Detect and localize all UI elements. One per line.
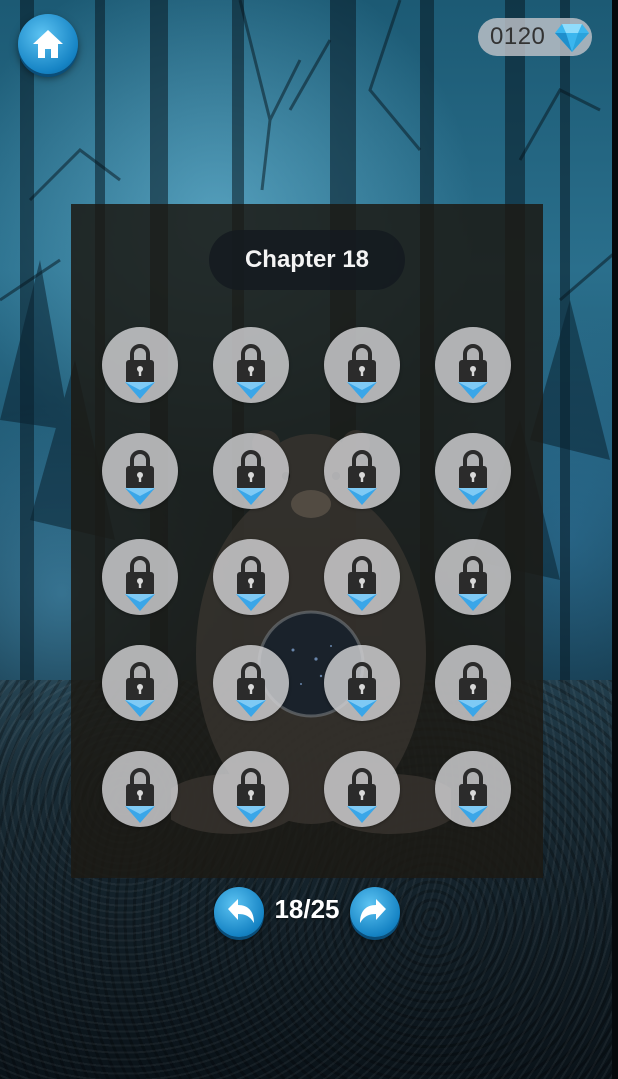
pagination-bar: 18/25 (214, 886, 400, 938)
level-button-15[interactable] (324, 645, 400, 721)
level-button-2[interactable] (213, 327, 289, 403)
level-button-6[interactable] (213, 433, 289, 509)
level-button-10[interactable] (213, 539, 289, 615)
level-button-18[interactable] (213, 751, 289, 827)
level-button-5[interactable] (102, 433, 178, 509)
level-button-3[interactable] (324, 327, 400, 403)
chapter-page-indicator: 18/25 (274, 894, 340, 924)
level-button-16[interactable] (435, 645, 511, 721)
level-grid (102, 327, 514, 827)
gem-counter: 0120 (478, 18, 592, 56)
next-chapter-button[interactable] (350, 887, 400, 937)
level-button-11[interactable] (324, 539, 400, 615)
diamond-icon (555, 24, 589, 52)
undo-arrow-icon (228, 899, 254, 923)
level-button-1[interactable] (102, 327, 178, 403)
screen-edge (612, 0, 618, 1079)
level-button-8[interactable] (435, 433, 511, 509)
gem-count: 0120 (490, 23, 546, 50)
level-button-17[interactable] (102, 751, 178, 827)
level-select-panel: Chapter 18 (71, 204, 543, 878)
home-button[interactable] (18, 14, 78, 74)
level-button-20[interactable] (435, 751, 511, 827)
level-button-9[interactable] (102, 539, 178, 615)
level-button-4[interactable] (435, 327, 511, 403)
level-button-7[interactable] (324, 433, 400, 509)
level-button-13[interactable] (102, 645, 178, 721)
level-button-12[interactable] (435, 539, 511, 615)
chapter-title-pill: Chapter 18 (209, 230, 405, 290)
redo-arrow-icon (360, 899, 386, 923)
previous-chapter-button[interactable] (214, 887, 264, 937)
home-icon (33, 30, 63, 58)
level-button-19[interactable] (324, 751, 400, 827)
level-button-14[interactable] (213, 645, 289, 721)
chapter-title: Chapter 18 (244, 246, 370, 273)
